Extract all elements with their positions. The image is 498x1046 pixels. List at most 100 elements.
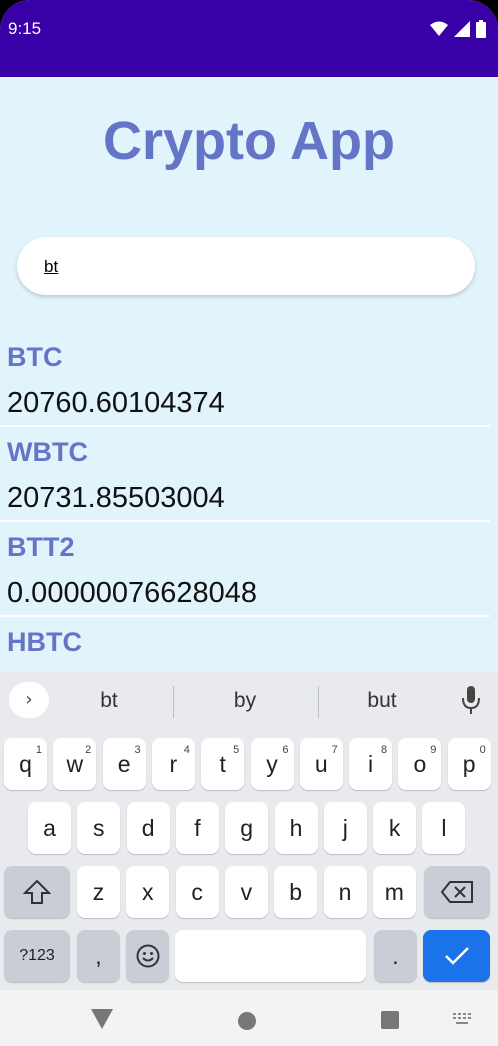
key-i[interactable]: i8 — [349, 738, 393, 790]
key-hint: 4 — [183, 744, 190, 756]
soft-keyboard: › bt by but q1w2e3r4t5y6u7i8o9p0asdfghjk… — [0, 672, 498, 990]
key-q[interactable]: q1 — [4, 738, 47, 790]
comma-key-label: , — [95, 943, 102, 969]
key-c[interactable]: c — [175, 866, 219, 918]
key-h[interactable]: h — [274, 802, 318, 854]
key-a-label: a — [43, 815, 56, 841]
key-w[interactable]: w2 — [53, 738, 97, 790]
key-x[interactable]: x — [126, 866, 170, 918]
suggestion-divider — [318, 686, 319, 718]
suggestion-2[interactable]: by — [195, 689, 295, 713]
signal-icon — [454, 21, 470, 37]
coin-price: 0.00000076628048 — [7, 577, 257, 609]
coin-symbol: HBTC — [7, 627, 82, 657]
home-icon[interactable] — [237, 1011, 257, 1031]
key-z[interactable]: z — [77, 866, 120, 918]
key-hint: 1 — [35, 744, 42, 756]
shift-key[interactable] — [4, 866, 70, 918]
coin-price: 20731.85503004 — [7, 482, 225, 514]
key-g-label: g — [240, 815, 254, 841]
keyboard-switch-icon[interactable] — [453, 1013, 471, 1025]
wifi-icon — [430, 21, 448, 36]
key-r[interactable]: r4 — [151, 738, 195, 790]
suggestion-1[interactable]: bt — [59, 689, 159, 713]
key-m-label: m — [384, 879, 404, 905]
search-box[interactable] — [17, 237, 475, 295]
suggestion-3[interactable]: but — [332, 689, 432, 713]
symbols-key[interactable]: ?123 — [4, 930, 70, 982]
coin-list: BTC 20760.60104374 WBTC 20731.85503004 B… — [0, 332, 498, 712]
key-hint: 9 — [430, 744, 437, 756]
key-k[interactable]: k — [373, 802, 417, 854]
key-b[interactable]: b — [274, 866, 318, 918]
key-a[interactable]: a — [28, 802, 71, 854]
key-u-label: u — [314, 751, 328, 777]
key-d-label: d — [141, 815, 155, 841]
coin-row[interactable]: BTC 20760.60104374 — [0, 332, 498, 427]
key-o-label: o — [413, 751, 427, 777]
status-icons — [430, 20, 486, 38]
key-b-label: b — [289, 879, 303, 905]
key-hint: 6 — [282, 744, 289, 756]
key-y-label: y — [266, 751, 278, 777]
key-n-label: n — [338, 879, 352, 905]
key-z-label: z — [92, 879, 105, 905]
key-t-label: t — [219, 751, 226, 777]
key-p[interactable]: p0 — [447, 738, 491, 790]
key-j-label: j — [342, 815, 348, 841]
status-time: 9:15 — [8, 19, 42, 38]
back-icon[interactable] — [91, 1009, 113, 1029]
key-n[interactable]: n — [323, 866, 367, 918]
key-m[interactable]: m — [372, 866, 416, 918]
emoji-icon — [136, 944, 159, 968]
coin-row[interactable]: WBTC 20731.85503004 — [0, 427, 498, 522]
key-t[interactable]: t5 — [201, 738, 245, 790]
period-key[interactable]: . — [374, 930, 417, 982]
expand-chevron-icon[interactable]: › — [9, 682, 49, 718]
key-hint: 2 — [85, 744, 92, 756]
key-hint: 5 — [233, 744, 240, 756]
key-j[interactable]: j — [323, 802, 367, 854]
key-h-label: h — [289, 815, 303, 841]
key-l-label: l — [441, 815, 447, 841]
key-u[interactable]: u7 — [299, 738, 343, 790]
page-title: Crypto App — [103, 111, 395, 171]
backspace-key[interactable] — [424, 866, 490, 918]
period-key-label: . — [392, 943, 399, 969]
app-screen: 9:15 Crypto App BTC 20760.60104374 WBTC … — [0, 0, 498, 1046]
coin-row[interactable]: BTT2 0.00000076628048 — [0, 522, 498, 617]
key-s[interactable]: s — [77, 802, 121, 854]
coin-symbol: BTT2 — [7, 532, 75, 562]
space-key[interactable] — [175, 930, 366, 982]
coin-symbol: WBTC — [7, 437, 88, 467]
checkmark-icon — [444, 947, 469, 965]
suggestion-strip: › bt by but — [0, 672, 498, 730]
status-bar: 9:15 — [0, 0, 498, 77]
key-e[interactable]: e3 — [102, 738, 146, 790]
search-input[interactable] — [42, 251, 446, 283]
key-y[interactable]: y6 — [250, 738, 294, 790]
battery-icon — [476, 20, 486, 38]
emoji-key[interactable] — [126, 930, 169, 982]
key-c-label: c — [191, 879, 203, 905]
key-s-label: s — [93, 815, 105, 841]
coin-price: 20760.60104374 — [7, 387, 225, 419]
key-v-label: v — [240, 879, 253, 905]
key-k-label: k — [388, 815, 401, 841]
key-f[interactable]: f — [175, 802, 219, 854]
comma-key[interactable]: , — [77, 930, 120, 982]
key-p-label: p — [462, 751, 476, 777]
key-q-label: q — [19, 751, 32, 777]
key-l[interactable]: l — [422, 802, 466, 854]
key-v[interactable]: v — [224, 866, 268, 918]
suggestion-divider — [173, 686, 174, 718]
key-o[interactable]: o9 — [398, 738, 442, 790]
key-r-label: r — [169, 751, 178, 777]
key-d[interactable]: d — [126, 802, 170, 854]
microphone-icon[interactable] — [462, 686, 480, 714]
enter-key[interactable] — [423, 930, 490, 982]
coin-symbol: BTC — [7, 342, 63, 372]
key-hint: 7 — [331, 744, 338, 756]
key-g[interactable]: g — [225, 802, 269, 854]
recents-icon[interactable] — [381, 1011, 399, 1029]
